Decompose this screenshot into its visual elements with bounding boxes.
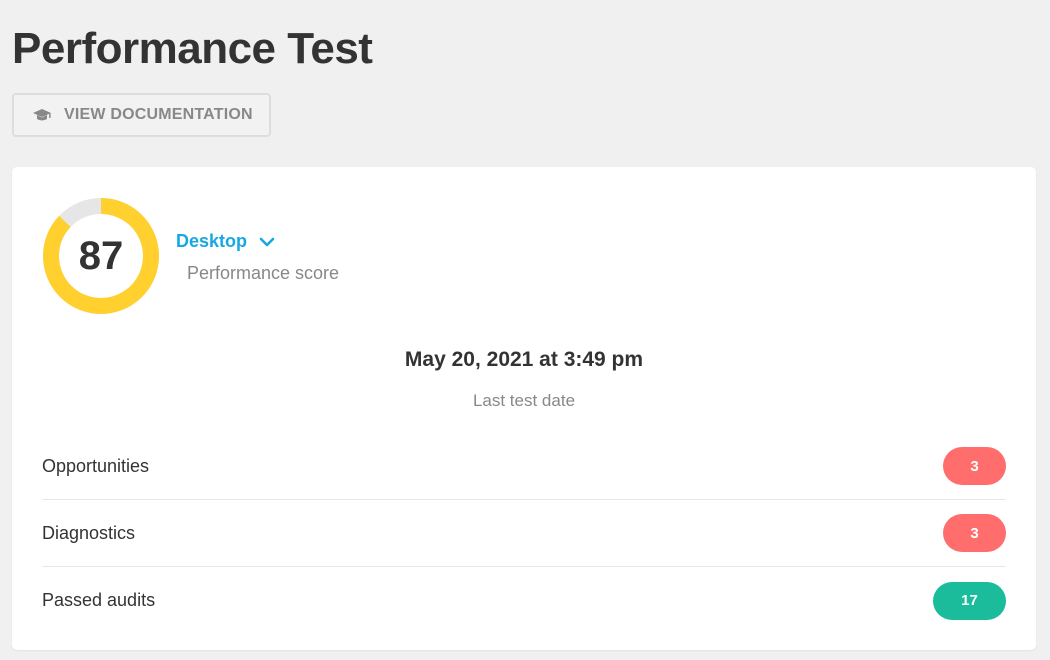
count-badge: 3: [943, 447, 1006, 485]
count-badge: 17: [933, 581, 1006, 620]
audit-row-label: Opportunities: [42, 455, 150, 476]
device-dropdown[interactable]: Desktop: [176, 231, 275, 252]
performance-score-label: Performance score: [187, 263, 340, 283]
audit-row-diagnostics[interactable]: Diagnostics 3: [42, 500, 1006, 567]
audit-list: Opportunities 3 Diagnostics 3 Passed aud…: [42, 433, 1006, 634]
performance-summary-card: 87 Desktop Performance score May 20, 202…: [12, 167, 1036, 650]
audit-row-opportunities[interactable]: Opportunities 3: [42, 433, 1006, 500]
device-dropdown-label: Desktop: [176, 231, 248, 251]
count-badge: 3: [943, 514, 1006, 552]
audit-row-label: Passed audits: [42, 590, 156, 610]
audit-row-passed-audits[interactable]: Passed audits 17: [42, 567, 1006, 634]
last-test-date-value: May 20, 2021 at 3:49 pm: [404, 348, 644, 371]
audit-row-label: Diagnostics: [42, 522, 136, 543]
view-documentation-button[interactable]: VIEW DOCUMENTATION: [12, 93, 271, 137]
performance-score-value: 87: [78, 233, 124, 278]
graduation-cap-icon: [32, 107, 54, 123]
score-gauge: 87: [42, 197, 160, 315]
view-documentation-label: VIEW DOCUMENTATION: [64, 106, 253, 123]
page: Performance Test VIEW DOCUMENTATION 87 D…: [0, 0, 1050, 660]
last-test-date-label: Last test date: [472, 391, 576, 410]
chevron-down-icon: [259, 236, 275, 248]
page-title: Performance Test: [12, 24, 373, 73]
